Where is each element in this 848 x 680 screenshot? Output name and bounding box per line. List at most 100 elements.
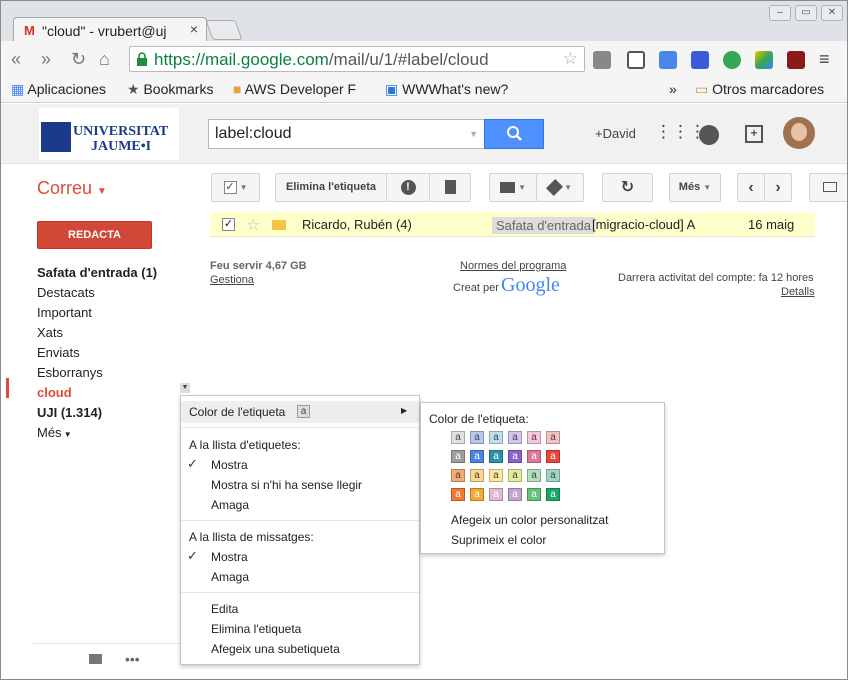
color-swatch[interactable]: a [527,450,541,463]
remove-label-button[interactable]: Elimina l'etiqueta [275,173,387,202]
color-swatch[interactable]: a [470,431,484,444]
color-swatch[interactable]: a [508,469,522,482]
download-extension-icon[interactable] [593,51,611,69]
menu-item-remove-label[interactable]: Elimina l'etiqueta [211,622,301,636]
reload-icon[interactable]: ↻ [71,50,86,68]
refresh-button[interactable]: ↻ [602,173,653,202]
color-swatch[interactable]: a [508,431,522,444]
details-link[interactable]: Detalls [781,286,815,298]
color-swatch[interactable]: a [451,450,465,463]
color-swatch[interactable]: a [508,450,522,463]
sidebar-item-important[interactable]: Important [37,303,187,323]
other-bookmarks[interactable]: ▭ Otros marcadores [695,81,824,98]
close-window-button[interactable]: ✕ [821,5,843,21]
labels-button[interactable]: ▼ [536,173,584,202]
sidebar-item-cloud[interactable]: cloud [37,383,187,403]
cast-icon[interactable] [627,51,645,69]
back-icon[interactable]: « [11,50,21,68]
share-plus-icon[interactable]: + [745,125,763,143]
menu-item-add-sublabel[interactable]: Afegeix una subetiqueta [211,642,340,656]
manage-storage-link[interactable]: Gestiona [210,274,254,286]
ublock-extension-icon[interactable] [787,51,805,69]
menu-item-label-show-unread[interactable]: Mostra si n'hi ha sense llegir [211,478,362,492]
bookmark-star-icon[interactable]: ☆ [563,49,578,69]
menu-item-label-show[interactable]: Mostra [211,458,248,472]
bookmark-wwwhats[interactable]: ▣ WWWhat's new? [385,81,508,98]
color-swatch[interactable]: a [527,488,541,501]
color-swatch[interactable]: a [527,431,541,444]
menu-item-label-hide[interactable]: Amaga [211,498,249,512]
color-swatch[interactable]: a [489,450,503,463]
more-button[interactable]: Més ▼ [669,173,721,202]
translate-icon[interactable] [659,51,677,69]
color-swatch[interactable]: a [546,450,560,463]
compose-button[interactable]: REDACTA [37,221,152,249]
color-swatch[interactable]: a [527,469,541,482]
color-swatch[interactable]: a [470,450,484,463]
search-input[interactable]: label:cloud ▼ [208,119,485,149]
color-swatch[interactable]: a [470,469,484,482]
inbox-label-chip[interactable]: Safata d'entrada [492,217,595,234]
avatar[interactable] [783,117,815,149]
color-swatch[interactable]: a [508,488,522,501]
hangouts-extension-icon[interactable] [723,51,741,69]
program-policies-link[interactable]: Normes del programa [460,260,566,272]
split-pane-button[interactable] [809,173,847,202]
color-swatch[interactable]: a [546,431,560,444]
correu-menu[interactable]: Correu ▼ [37,178,107,199]
tab-close-icon[interactable]: × [190,21,198,37]
delete-button[interactable] [429,173,471,202]
row-checkbox[interactable]: ✓ [222,218,235,231]
color-swatch[interactable]: a [451,469,465,482]
star-icon[interactable]: ☆ [246,215,260,235]
more-dots-icon[interactable]: ••• [125,651,140,667]
importance-marker-icon[interactable] [272,220,286,230]
color-swatch[interactable]: a [451,431,465,444]
chat-icon[interactable] [89,654,102,664]
university-logo[interactable]: UNIVERSITAT JAUME•I [39,108,179,160]
menu-item-message-show[interactable]: Mostra [211,550,248,564]
sidebar-item-starred[interactable]: Destacats [37,283,187,303]
home-icon[interactable]: ⌂ [99,50,110,68]
label-options-arrow-icon[interactable]: ▼ [180,383,190,393]
add-custom-color[interactable]: Afegeix un color personalitzat [451,513,608,527]
color-swatch[interactable]: a [546,488,560,501]
minimize-button[interactable]: – [769,5,791,21]
color-swatch[interactable]: a [546,469,560,482]
maximize-button[interactable]: ▭ [795,5,817,21]
move-to-button[interactable]: ▼ [489,173,537,202]
report-spam-button[interactable]: ! [386,173,430,202]
bookmark-bookmarks[interactable]: ★ Bookmarks [127,81,213,98]
calendar-extension-icon[interactable] [691,51,709,69]
forward-icon[interactable]: » [41,50,51,68]
bookmark-apps[interactable]: ▦ Aplicaciones [11,81,106,98]
sidebar-item-drafts[interactable]: Esborranys [37,363,187,383]
newer-button[interactable]: ‹ [737,173,765,202]
search-options-icon[interactable]: ▼ [469,129,478,139]
address-bar[interactable]: https://mail.google.com/mail/u/1/#label/… [129,46,585,72]
user-name-link[interactable]: +David [595,126,636,141]
color-swatch[interactable]: a [489,488,503,501]
new-tab-button[interactable] [205,20,243,40]
menu-item-label-color[interactable]: Color de l'etiqueta a ▶ [181,401,419,423]
bookmark-aws[interactable]: ■ AWS Developer F [233,81,356,97]
bookmarks-overflow-button[interactable]: » [669,81,677,97]
select-checkbox-button[interactable]: ✓ ▼ [211,173,260,202]
menu-item-edit[interactable]: Edita [211,602,238,616]
color-swatch[interactable]: a [489,469,503,482]
table-row[interactable]: ✓ ☆ Ricardo, Rubén (4) Safata d'entrada … [210,212,815,237]
notifications-icon[interactable] [699,125,719,145]
color-swatch[interactable]: a [489,431,503,444]
sidebar-item-more[interactable]: Més ▼ [37,423,187,443]
sidebar-item-chats[interactable]: Xats [37,323,187,343]
remove-color[interactable]: Suprimeix el color [451,533,546,547]
search-button[interactable] [484,119,544,149]
sidebar-item-uji[interactable]: UJI (1.314) [37,403,187,423]
color-swatch[interactable]: a [470,488,484,501]
older-button[interactable]: › [764,173,792,202]
menu-item-message-hide[interactable]: Amaga [211,570,249,584]
browser-tab[interactable]: M "cloud" - vrubert@uj × [13,17,207,43]
drive-extension-icon[interactable] [755,51,773,69]
menu-icon[interactable]: ≡ [819,50,830,68]
sidebar-item-inbox[interactable]: Safata d'entrada (1) [37,263,187,283]
